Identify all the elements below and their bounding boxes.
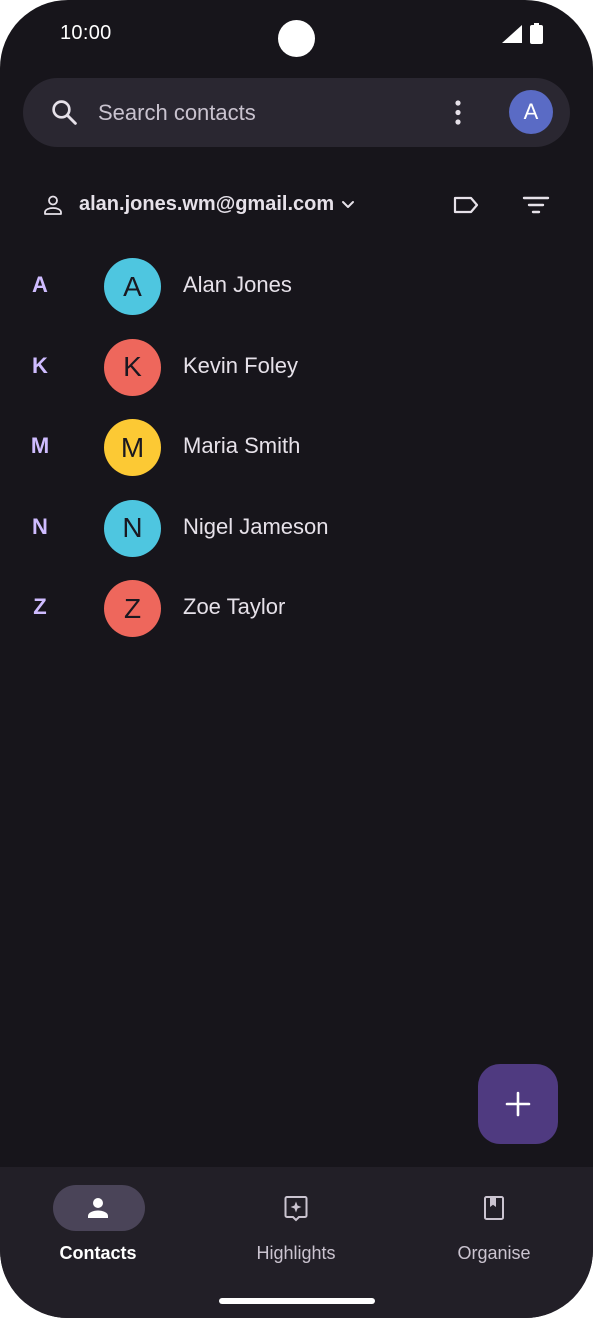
chevron-down-icon[interactable] bbox=[338, 195, 358, 215]
nav-label: Highlights bbox=[256, 1243, 336, 1263]
profile-avatar[interactable]: A bbox=[509, 90, 553, 134]
contact-name: Nigel Jameson bbox=[183, 513, 329, 539]
search-input[interactable] bbox=[98, 95, 428, 131]
section-letter: A bbox=[32, 272, 48, 297]
plus-icon bbox=[505, 1091, 531, 1117]
contact-row[interactable]: A A Alan Jones bbox=[0, 246, 593, 327]
contact-avatar: N bbox=[104, 499, 161, 557]
contact-row[interactable]: N N Nigel Jameson bbox=[0, 488, 593, 569]
label-icon[interactable] bbox=[450, 192, 482, 218]
section-letter: K bbox=[32, 352, 48, 378]
nav-highlights[interactable]: Highlights bbox=[216, 1185, 376, 1275]
person-outline-icon bbox=[44, 195, 62, 215]
section-letter: M bbox=[30, 433, 50, 458]
bookmark-icon bbox=[484, 1196, 504, 1220]
section-letter: N bbox=[32, 513, 48, 539]
highlights-icon bbox=[284, 1196, 308, 1222]
contact-row[interactable]: K K Kevin Foley bbox=[0, 327, 593, 408]
contact-avatar: K bbox=[104, 338, 161, 396]
contact-name: Alan Jones bbox=[183, 272, 292, 297]
account-email[interactable]: alan.jones.wm@gmail.com bbox=[79, 193, 334, 216]
contact-avatar: M bbox=[104, 419, 161, 476]
contact-list: A A Alan Jones K K Kevin Foley M M Maria… bbox=[0, 246, 593, 649]
account-selector-row: alan.jones.wm@gmail.com bbox=[0, 180, 593, 232]
contact-avatar: A bbox=[104, 258, 161, 315]
status-time: 10:00 bbox=[60, 22, 112, 44]
filter-icon[interactable] bbox=[520, 192, 552, 218]
bottom-navigation: Contacts Highlights Organise bbox=[0, 1167, 593, 1318]
phone-screen: 10:00 A alan.jones.wm@gmail.com bbox=[0, 0, 593, 1318]
contact-avatar: Z bbox=[104, 580, 161, 637]
nav-organise[interactable]: Organise bbox=[414, 1185, 574, 1275]
section-letter: Z bbox=[33, 594, 47, 619]
add-contact-button[interactable] bbox=[478, 1064, 558, 1144]
nav-label: Organise bbox=[457, 1243, 531, 1263]
contact-row[interactable]: M M Maria Smith bbox=[0, 407, 593, 488]
nav-contacts[interactable]: Contacts bbox=[18, 1185, 178, 1275]
home-indicator[interactable] bbox=[219, 1298, 375, 1304]
more-vert-icon[interactable] bbox=[447, 98, 469, 127]
search-icon bbox=[52, 100, 77, 125]
contact-name: Maria Smith bbox=[183, 433, 301, 458]
status-bar: 10:00 bbox=[0, 0, 593, 66]
contact-name: Zoe Taylor bbox=[183, 594, 286, 619]
signal-icon bbox=[502, 25, 522, 43]
nav-label: Contacts bbox=[59, 1243, 137, 1263]
person-icon bbox=[88, 1198, 108, 1218]
search-bar[interactable]: A bbox=[23, 78, 570, 147]
contact-row[interactable]: Z Z Zoe Taylor bbox=[0, 568, 593, 649]
camera-cutout bbox=[278, 20, 315, 57]
contact-name: Kevin Foley bbox=[183, 352, 298, 378]
battery-icon bbox=[530, 23, 543, 44]
